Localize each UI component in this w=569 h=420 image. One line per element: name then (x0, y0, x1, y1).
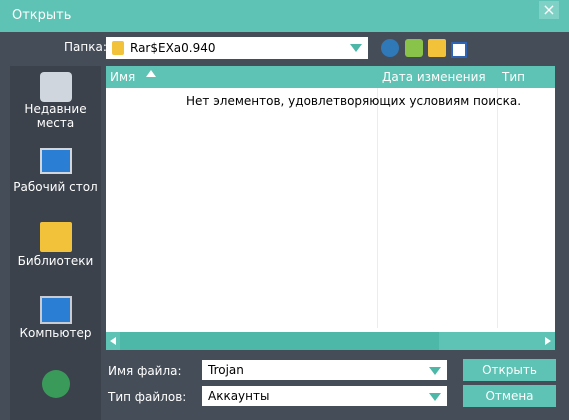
place-computer-label: Компьютер (19, 326, 92, 340)
horizontal-scrollbar[interactable] (106, 332, 555, 350)
empty-message: Нет элементов, удовлетворяющих условиям … (186, 94, 522, 108)
place-recent-label-2: места (36, 116, 75, 130)
back-icon[interactable] (381, 39, 399, 57)
file-list[interactable]: Имя Дата изменения Тип Нет элементов, уд… (106, 66, 555, 350)
place-desktop-label: Рабочий стол (13, 180, 98, 194)
cancel-button[interactable]: Отмена (463, 385, 556, 407)
filename-label: Имя файла: (108, 364, 182, 378)
desktop-icon (39, 148, 72, 174)
chevron-down-icon[interactable] (350, 44, 362, 52)
computer-icon (39, 296, 72, 324)
column-divider (497, 88, 498, 328)
folder-icon (112, 41, 124, 55)
folder-name: Rar$EXa0.940 (130, 41, 216, 55)
filetype-label: Тип файлов: (108, 390, 187, 404)
filetype-value: Аккаунты (208, 389, 270, 403)
place-libraries[interactable]: Библиотеки (10, 222, 101, 268)
folder-label: Папка: (64, 40, 107, 54)
filename-input[interactable]: Trojan (202, 360, 447, 380)
filetype-select[interactable]: Аккаунты (202, 386, 447, 406)
col-type[interactable]: Тип (502, 70, 525, 84)
scrollbar-thumb[interactable] (120, 332, 439, 350)
folder-select[interactable]: Rar$EXa0.940 (106, 37, 368, 59)
col-name[interactable]: Имя (110, 70, 135, 84)
window-title: Открыть (12, 8, 72, 23)
up-folder-icon[interactable] (405, 39, 423, 57)
recent-places-icon (39, 72, 72, 102)
scroll-right-icon[interactable] (545, 337, 551, 345)
title-bar: Открыть × (0, 0, 569, 32)
view-menu-icon[interactable] (451, 42, 467, 58)
place-network[interactable] (10, 370, 101, 398)
scroll-left-icon[interactable] (110, 337, 116, 345)
new-folder-icon[interactable] (428, 39, 446, 57)
place-recent[interactable]: Недавние места (10, 72, 101, 130)
chevron-down-icon[interactable] (429, 393, 441, 401)
close-button[interactable]: × (539, 1, 559, 19)
place-libraries-label: Библиотеки (17, 254, 94, 268)
col-date[interactable]: Дата изменения (382, 70, 486, 84)
place-desktop[interactable]: Рабочий стол (10, 148, 101, 194)
places-bar: Недавние места Рабочий стол Библиотеки К… (10, 66, 101, 420)
chevron-down-icon[interactable] (429, 367, 441, 375)
place-recent-label-1: Недавние (24, 102, 87, 116)
column-headers: Имя Дата изменения Тип (106, 66, 555, 88)
filename-value: Trojan (208, 363, 244, 377)
place-computer[interactable]: Компьютер (10, 296, 101, 340)
open-button[interactable]: Открыть (463, 359, 556, 381)
sort-ascending-icon (146, 70, 156, 77)
libraries-icon (39, 222, 72, 252)
network-icon (41, 370, 70, 398)
column-divider (377, 88, 378, 328)
